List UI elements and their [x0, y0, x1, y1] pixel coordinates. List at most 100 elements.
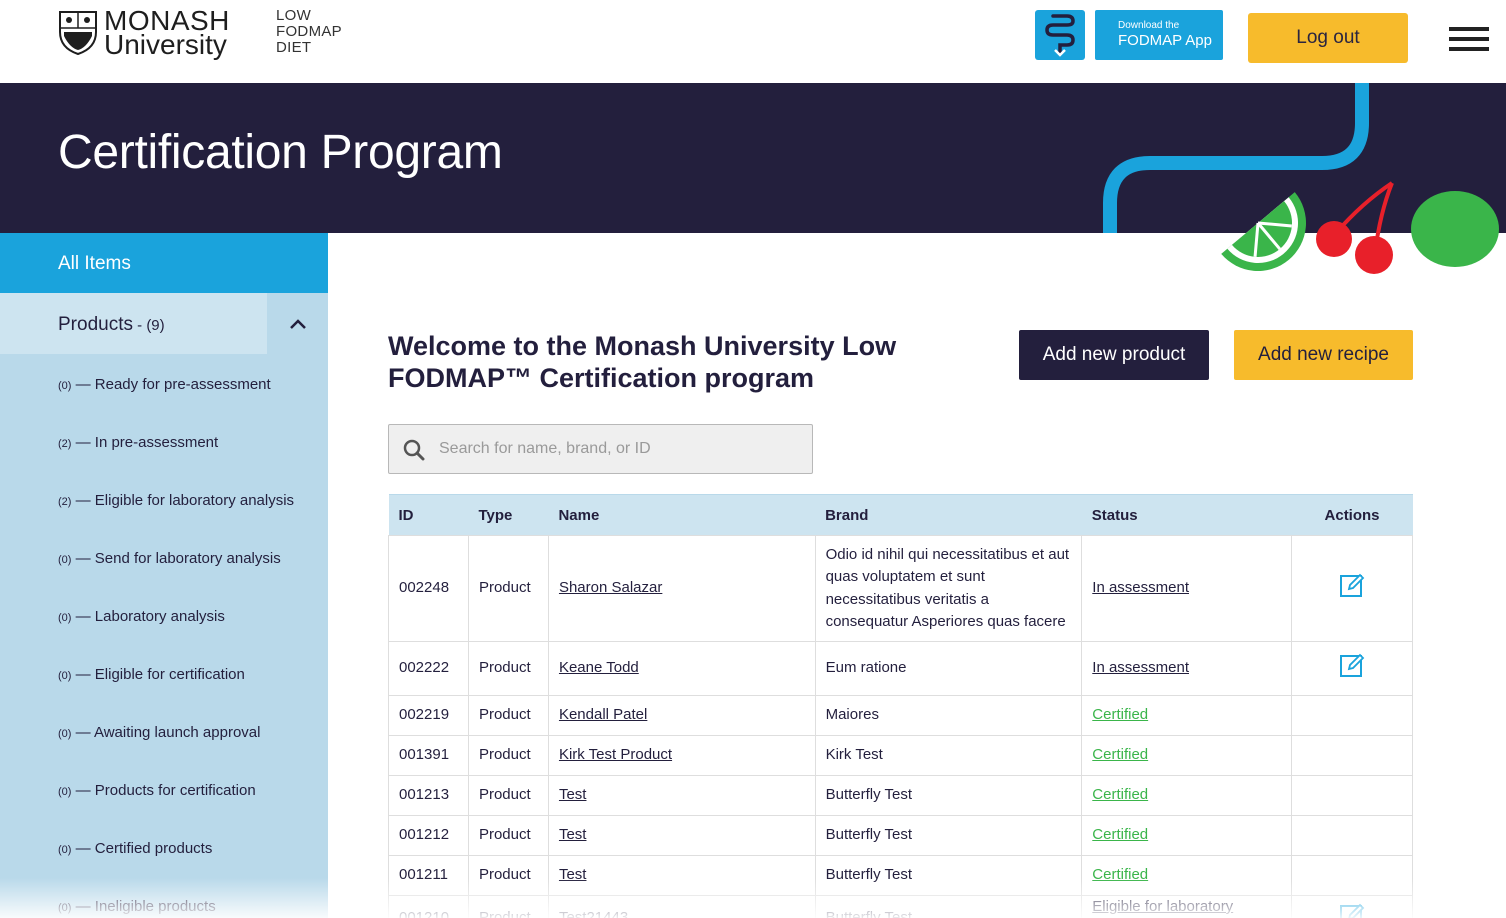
name-link[interactable]: Sharon Salazar: [559, 579, 662, 596]
products-count: - (9): [132, 317, 165, 334]
col-id[interactable]: ID: [388, 494, 469, 536]
cell-actions: [1291, 535, 1413, 642]
add-new-product-button[interactable]: Add new product: [1019, 330, 1209, 380]
cell-id: 002219: [388, 695, 469, 736]
table-row: 001211 Product Test Butterfly Test Certified: [388, 855, 1413, 896]
cell-brand: Kirk Test: [814, 735, 1083, 776]
cell-name: Kendall Patel: [547, 695, 816, 736]
cell-actions: [1291, 895, 1413, 918]
sidebar-status-count: (0): [58, 612, 72, 624]
sidebar-status-count: (2): [58, 496, 72, 508]
sidebar-status-item[interactable]: (2) — In pre-assessment: [0, 412, 328, 470]
logout-button[interactable]: Log out: [1248, 13, 1408, 63]
cell-name: Test21443: [547, 895, 816, 918]
search-icon: [403, 439, 425, 461]
diet-line2: FODMAP: [276, 23, 342, 40]
status-link[interactable]: Certified: [1092, 786, 1148, 803]
status-link[interactable]: Certified: [1092, 826, 1148, 843]
col-status[interactable]: Status: [1081, 494, 1292, 536]
col-type[interactable]: Type: [468, 494, 549, 536]
sidebar-status-item[interactable]: (0) — Laboratory analysis: [0, 586, 328, 644]
cell-type: Product: [467, 695, 549, 736]
edit-icon[interactable]: [1339, 902, 1365, 918]
hamburger-menu-icon[interactable]: [1449, 27, 1489, 51]
name-link[interactable]: Test: [559, 786, 587, 803]
status-link[interactable]: Certified: [1092, 866, 1148, 883]
sidebar-status-label: — Eligible for certification: [71, 666, 245, 683]
status-link[interactable]: Certified: [1092, 746, 1148, 763]
name-link[interactable]: Test21443: [559, 909, 628, 918]
edit-icon[interactable]: [1339, 652, 1365, 678]
sidebar-status-count: (0): [58, 786, 72, 798]
cell-status: Certified: [1081, 735, 1293, 776]
sidebar-status-item[interactable]: (0) — Certified products: [0, 818, 328, 876]
sidebar-status-count: (0): [58, 670, 72, 682]
cell-name: Kirk Test Product: [547, 735, 816, 776]
low-fodmap-diet-label: LOW FODMAP DIET: [276, 8, 342, 56]
cell-type: Product: [467, 735, 549, 776]
cell-id: 001391: [388, 735, 469, 776]
sidebar-status-item[interactable]: (0) — Ineligible products: [0, 876, 328, 918]
gut-app-icon[interactable]: [1035, 10, 1085, 60]
cell-brand: Odio id nihil qui necessitatibus et aut …: [814, 535, 1083, 642]
name-link[interactable]: Kirk Test Product: [559, 746, 672, 763]
name-link[interactable]: Test: [559, 866, 587, 883]
sidebar-status-label: — Laboratory analysis: [71, 608, 225, 625]
search-box: [388, 424, 813, 474]
status-link[interactable]: Certified: [1092, 706, 1148, 723]
name-link[interactable]: Kendall Patel: [559, 706, 647, 723]
sidebar-status-item[interactable]: (0) — Awaiting launch approval: [0, 702, 328, 760]
cell-status: Certified: [1081, 855, 1293, 896]
sidebar-status-label: — Send for laboratory analysis: [71, 550, 281, 567]
monash-crest-icon: [59, 11, 97, 56]
cell-brand: Maiores: [814, 695, 1083, 736]
sidebar-status-item[interactable]: (0) — Send for laboratory analysis: [0, 528, 328, 586]
sidebar: All Items Products - (9) (0) — Ready for…: [0, 233, 328, 918]
gut-icon: [1045, 14, 1075, 57]
sidebar-status-count: (0): [58, 554, 72, 566]
products-collapse-toggle[interactable]: [267, 293, 328, 354]
name-link[interactable]: Keane Todd: [559, 659, 639, 676]
sidebar-status-count: (0): [58, 902, 72, 914]
sidebar-status-label: — Eligible for laboratory analysis: [71, 492, 295, 509]
sidebar-all-items[interactable]: All Items: [0, 233, 328, 293]
monash-logo[interactable]: MONASH University: [56, 7, 230, 59]
sidebar-status-label: — Products for certification: [71, 782, 256, 799]
search-input[interactable]: [439, 425, 799, 473]
sidebar-status-item[interactable]: (2) — Eligible for laboratory analysis: [0, 470, 328, 528]
cell-type: Product: [467, 535, 549, 642]
cell-actions: [1291, 735, 1413, 776]
sidebar-status-count: (0): [58, 728, 72, 740]
edit-icon[interactable]: [1339, 572, 1365, 598]
sidebar-products-header[interactable]: Products - (9): [0, 293, 328, 354]
cell-status: Eligible for laboratory analysis: [1081, 895, 1293, 918]
col-brand[interactable]: Brand: [815, 494, 1082, 536]
name-link[interactable]: Test: [559, 826, 587, 843]
status-link[interactable]: In assessment: [1092, 579, 1189, 596]
sidebar-status-item[interactable]: (0) — Products for certification: [0, 760, 328, 818]
table-row: 001212 Product Test Butterfly Test Certified: [388, 815, 1413, 856]
cell-type: Product: [467, 855, 549, 896]
cell-type: Product: [467, 815, 549, 856]
cell-name: Test: [547, 775, 816, 816]
cell-actions: [1291, 815, 1413, 856]
sidebar-status-count: (0): [58, 380, 72, 392]
add-new-recipe-button[interactable]: Add new recipe: [1234, 330, 1413, 380]
sidebar-status-item[interactable]: (0) — Eligible for certification: [0, 644, 328, 702]
items-table: ID Type Name Brand Status Actions 002248…: [388, 494, 1413, 918]
col-name[interactable]: Name: [548, 494, 816, 536]
cell-name: Test: [547, 815, 816, 856]
table-row: 002222 Product Keane Todd Eum ratione In ass…: [388, 641, 1413, 696]
cell-id: 001213: [388, 775, 469, 816]
cell-brand: Butterfly Test: [814, 815, 1083, 856]
cell-status: Certified: [1081, 695, 1293, 736]
download-app-button[interactable]: Download the FODMAP App: [1095, 10, 1223, 60]
status-link[interactable]: In assessment: [1092, 659, 1189, 676]
page-banner: Certification Program: [0, 83, 1506, 233]
sidebar-status-item[interactable]: (0) — Ready for pre-assessment: [0, 354, 328, 412]
status-link[interactable]: Eligible for laboratory analysis: [1092, 898, 1233, 918]
cell-brand: Butterfly Test: [814, 895, 1083, 918]
cell-status: In assessment: [1081, 641, 1293, 696]
table-row: 001213 Product Test Butterfly Test Certified: [388, 775, 1413, 816]
products-label: Products: [58, 314, 133, 335]
